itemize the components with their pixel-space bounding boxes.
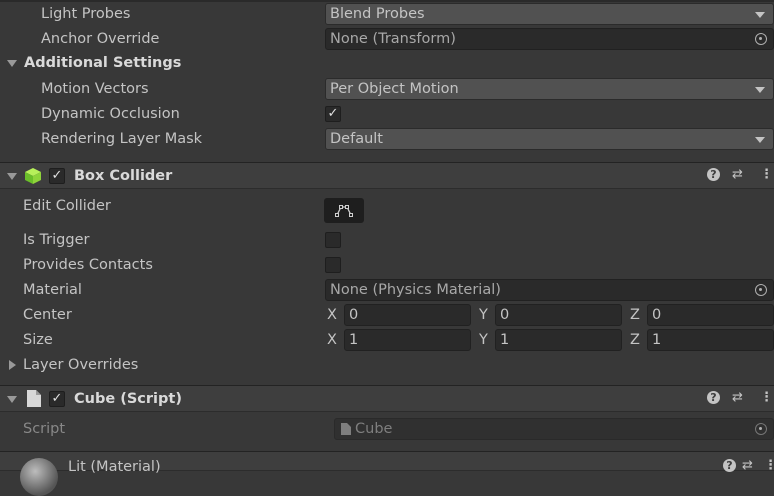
anchor-override-label: Anchor Override: [41, 31, 160, 47]
rendering-layer-mask-label: Rendering Layer Mask: [41, 131, 203, 147]
help-icon[interactable]: ?: [707, 168, 720, 181]
help-icon[interactable]: ?: [707, 391, 720, 404]
box-collider-enabled-checkbox[interactable]: ✓: [49, 168, 65, 184]
center-z-input[interactable]: 0: [647, 304, 774, 326]
size-y-input[interactable]: 1: [495, 329, 622, 351]
dynamic-occlusion-checkbox[interactable]: ✓: [325, 106, 341, 122]
script-value: Cube: [355, 421, 393, 437]
script-field: Cube: [334, 418, 774, 440]
motion-vectors-value: Per Object Motion: [330, 81, 459, 97]
box-collider-icon: [25, 168, 41, 184]
center-y-input[interactable]: 0: [495, 304, 622, 326]
foldout-closed-icon[interactable]: [9, 360, 16, 370]
physics-material-field[interactable]: None (Physics Material): [325, 279, 774, 301]
presets-icon[interactable]: ⇄: [742, 458, 753, 474]
script-label: Script: [23, 421, 66, 437]
object-picker-icon: [755, 423, 767, 435]
size-label: Size: [23, 332, 53, 348]
kebab-menu-icon[interactable]: ⋮: [760, 390, 773, 406]
light-probes-dropdown[interactable]: Blend Probes: [325, 3, 774, 25]
edit-collider-button[interactable]: [324, 198, 364, 223]
center-z-label: Z: [630, 307, 640, 323]
object-picker-icon[interactable]: [755, 33, 767, 45]
kebab-menu-icon[interactable]: ⋮: [760, 167, 773, 183]
light-probes-label: Light Probes: [41, 6, 131, 22]
rendering-layer-mask-value: Default: [330, 131, 383, 147]
is-trigger-checkbox[interactable]: [325, 232, 341, 248]
center-y-label: Y: [479, 307, 488, 323]
motion-vectors-label: Motion Vectors: [41, 81, 149, 97]
provides-contacts-checkbox[interactable]: [325, 257, 341, 273]
script-file-icon: [341, 423, 351, 435]
anchor-override-field[interactable]: None (Transform): [325, 28, 774, 50]
size-x-label: X: [327, 332, 337, 348]
script-file-icon: [27, 390, 41, 407]
material-label: Material: [23, 282, 82, 298]
box-collider-title: Box Collider: [74, 168, 173, 184]
top-separator: [0, 0, 774, 2]
cube-script-title: Cube (Script): [74, 391, 182, 407]
chevron-down-icon: [755, 137, 765, 143]
box-collider-header[interactable]: ✓ Box Collider ? ⇄ ⋮: [0, 162, 774, 189]
presets-icon[interactable]: ⇄: [732, 390, 743, 406]
provides-contacts-label: Provides Contacts: [23, 257, 153, 273]
object-picker-icon[interactable]: [755, 284, 767, 296]
foldout-open-icon[interactable]: [7, 173, 17, 180]
size-y-label: Y: [479, 332, 488, 348]
anchor-override-value: None (Transform): [330, 31, 456, 47]
edit-collider-label: Edit Collider: [23, 198, 111, 214]
chevron-down-icon: [755, 87, 765, 93]
foldout-open-icon[interactable]: [7, 60, 17, 67]
presets-icon[interactable]: ⇄: [732, 167, 743, 183]
cube-script-enabled-checkbox[interactable]: ✓: [49, 391, 65, 407]
additional-settings-foldout[interactable]: Additional Settings: [24, 53, 181, 73]
layer-overrides-foldout[interactable]: Layer Overrides: [23, 355, 138, 375]
kebab-menu-icon[interactable]: ⋮: [764, 458, 774, 474]
size-z-label: Z: [630, 332, 640, 348]
chevron-down-icon: [755, 12, 765, 18]
motion-vectors-dropdown[interactable]: Per Object Motion: [325, 78, 774, 100]
cube-script-header[interactable]: ✓ Cube (Script) ? ⇄ ⋮: [0, 385, 774, 412]
size-x-input[interactable]: 1: [344, 329, 471, 351]
size-z-input[interactable]: 1: [647, 329, 774, 351]
center-x-input[interactable]: 0: [344, 304, 471, 326]
rendering-layer-mask-dropdown[interactable]: Default: [325, 128, 774, 150]
physics-material-value: None (Physics Material): [330, 282, 501, 298]
foldout-open-icon[interactable]: [7, 396, 17, 403]
material-preview-icon: [20, 458, 58, 496]
light-probes-value: Blend Probes: [330, 6, 425, 22]
dynamic-occlusion-label: Dynamic Occlusion: [41, 106, 180, 122]
center-label: Center: [23, 307, 72, 323]
help-icon[interactable]: ?: [723, 459, 736, 472]
center-x-label: X: [327, 307, 337, 323]
is-trigger-label: Is Trigger: [23, 232, 90, 248]
material-title: Lit (Material): [68, 459, 161, 475]
edit-collider-icon: [335, 205, 353, 217]
material-header[interactable]: Lit (Material) ? ⇄ ⋮: [0, 451, 774, 496]
